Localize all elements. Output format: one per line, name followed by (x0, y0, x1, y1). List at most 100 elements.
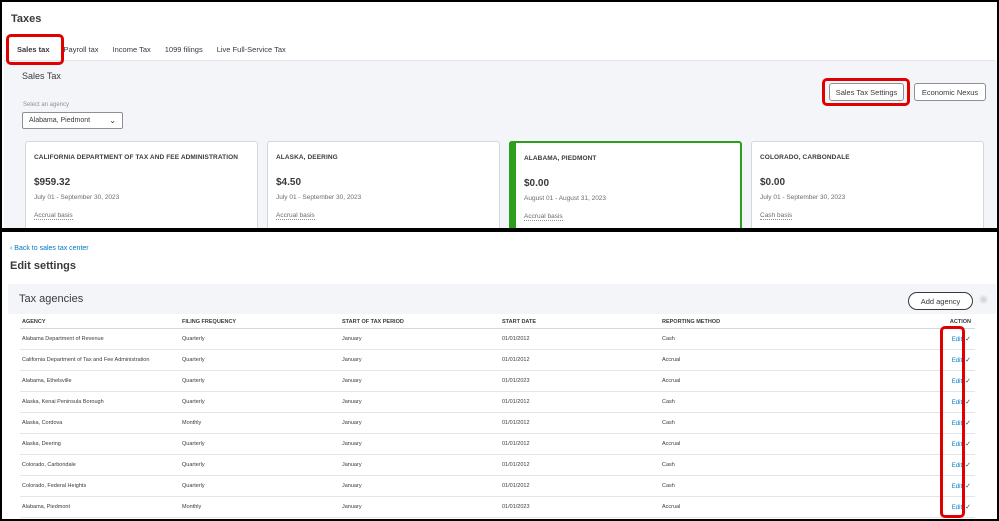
table-row: Alabama, Piedmont Monthly January 01/01/… (20, 496, 975, 518)
tab-1099-filings[interactable]: 1099 filings (158, 41, 210, 61)
edit-settings-panel: ‹ Back to sales tax center Edit settings… (0, 230, 999, 521)
chevron-down-icon[interactable]: ✓ (965, 462, 971, 469)
filing-frequency-cell: Quarterly (180, 391, 340, 413)
agency-card[interactable]: ALASKA, DEERING $4.50 July 01 - Septembe… (267, 141, 500, 228)
reporting-method-cell: Cash (660, 412, 880, 434)
chevron-down-icon[interactable]: ✓ (965, 336, 971, 343)
column-header-reporting-method[interactable]: REPORTING METHOD (660, 316, 880, 329)
selected-accent-bar (509, 141, 516, 228)
table-row: Colorado, Federal Heights Quarterly Janu… (20, 475, 975, 497)
back-link[interactable]: ‹ Back to sales tax center (10, 245, 89, 252)
start-of-tax-period-cell: January (340, 475, 500, 497)
filing-frequency-cell: Monthly (180, 496, 340, 518)
tab-income-tax[interactable]: Income Tax (106, 41, 158, 61)
tax-agencies-header (8, 284, 996, 314)
filing-frequency-cell: Quarterly (180, 433, 340, 455)
chevron-down-icon[interactable]: ✓ (965, 357, 971, 364)
page-title: Taxes (11, 13, 42, 25)
filing-frequency-cell: Quarterly (180, 454, 340, 476)
card-basis: Accrual basis (34, 212, 73, 220)
filing-frequency-cell: Quarterly (180, 370, 340, 392)
chevron-down-icon: ⌄ (109, 116, 116, 125)
card-basis: Cash basis (760, 212, 793, 220)
agency-cell: Alaska, Cordova (20, 412, 180, 434)
reporting-method-cell: Cash (660, 454, 880, 476)
start-date-cell: 01/01/2023 (500, 370, 660, 392)
table-row: Alabama Department of Revenue Quarterly … (20, 328, 975, 350)
chevron-down-icon[interactable]: ✓ (965, 420, 971, 427)
chevron-down-icon[interactable]: ✓ (965, 378, 971, 385)
agency-cell: Colorado, Carbondale (20, 454, 180, 476)
start-date-cell: 01/01/2012 (500, 391, 660, 413)
chevron-left-icon: ‹ (10, 245, 13, 252)
table-row: Alabama, Ethelsville Quarterly January 0… (20, 370, 975, 392)
table-row: Alaska, Kenai Peninsula Borough Quarterl… (20, 391, 975, 413)
start-date-cell: 01/01/2012 (500, 412, 660, 434)
card-period: July 01 - September 30, 2023 (760, 194, 846, 201)
card-basis: Accrual basis (276, 212, 315, 220)
agency-select[interactable]: Alabama, Piedmont ⌄ (22, 112, 123, 129)
filing-frequency-cell: Quarterly (180, 349, 340, 371)
start-date-cell: 01/01/2012 (500, 454, 660, 476)
start-of-tax-period-cell: January (340, 328, 500, 350)
table-row: California Department of Tax and Fee Adm… (20, 349, 975, 371)
agency-card-selected[interactable]: ALABAMA, PIEDMONT $0.00 August 01 - Augu… (509, 141, 742, 228)
card-amount: $0.00 (524, 178, 550, 189)
chevron-down-icon[interactable]: ✓ (965, 441, 971, 448)
card-period: July 01 - September 30, 2023 (276, 194, 362, 201)
reporting-method-cell: Accrual (660, 496, 880, 518)
filing-frequency-cell: Quarterly (180, 475, 340, 497)
card-amount: $0.00 (760, 177, 786, 188)
start-date-cell: 01/01/2012 (500, 328, 660, 350)
start-of-tax-period-cell: January (340, 370, 500, 392)
tax-agencies-table: AGENCY FILING FREQUENCY START OF TAX PER… (20, 316, 975, 518)
card-basis: Accrual basis (524, 213, 563, 221)
chevron-down-icon[interactable]: ✓ (965, 483, 971, 490)
reporting-method-cell: Cash (660, 391, 880, 413)
reporting-method-cell: Accrual (660, 370, 880, 392)
agency-cell: Alabama Department of Revenue (20, 328, 180, 350)
back-link-label: Back to sales tax center (14, 245, 89, 252)
agency-cell: Alabama, Piedmont (20, 496, 180, 518)
reporting-method-cell: Accrual (660, 349, 880, 371)
card-agency-name: CALIFORNIA DEPARTMENT OF TAX AND FEE ADM… (34, 154, 239, 161)
table-row: Colorado, Carbondale Quarterly January 0… (20, 454, 975, 476)
chevron-down-icon[interactable]: ✓ (965, 504, 971, 511)
column-header-agency[interactable]: AGENCY (20, 316, 180, 329)
start-date-cell: 01/01/2023 (500, 496, 660, 518)
edit-column-highlight (940, 326, 965, 518)
agency-cell: Alaska, Kenai Peninsula Borough (20, 391, 180, 413)
card-agency-name: COLORADO, CARBONDALE (760, 154, 850, 161)
agency-cell: Colorado, Federal Heights (20, 475, 180, 497)
tax-agencies-title: Tax agencies (19, 293, 84, 305)
agency-select-value: Alabama, Piedmont (29, 117, 91, 124)
reporting-method-cell: Cash (660, 328, 880, 350)
edit-settings-title: Edit settings (10, 260, 77, 272)
agency-card[interactable]: CALIFORNIA DEPARTMENT OF TAX AND FEE ADM… (25, 141, 258, 228)
sales-tax-panel: Taxes Sales tax Payroll tax Income Tax 1… (0, 0, 999, 230)
agency-select-label: Select an agency (23, 102, 70, 108)
chevron-down-icon[interactable]: ✓ (965, 399, 971, 406)
sales-tax-tab-highlight (6, 34, 64, 65)
gear-icon[interactable] (979, 295, 988, 304)
tab-live-full-service-tax[interactable]: Live Full-Service Tax (210, 41, 293, 61)
card-agency-name: ALABAMA, PIEDMONT (524, 155, 597, 162)
table-header-row: AGENCY FILING FREQUENCY START OF TAX PER… (20, 316, 975, 329)
column-header-filing-frequency[interactable]: FILING FREQUENCY (180, 316, 340, 329)
start-date-cell: 01/01/2012 (500, 433, 660, 455)
start-of-tax-period-cell: January (340, 349, 500, 371)
add-agency-button[interactable]: Add agency (908, 292, 973, 310)
column-header-start-date[interactable]: START DATE (500, 316, 660, 329)
settings-button-highlight (822, 78, 910, 106)
economic-nexus-button[interactable]: Economic Nexus (914, 83, 986, 101)
column-header-start-of-tax-period[interactable]: START OF TAX PERIOD (340, 316, 500, 329)
agency-cell: California Department of Tax and Fee Adm… (20, 349, 180, 371)
start-date-cell: 01/01/2012 (500, 349, 660, 371)
sales-tax-heading: Sales Tax (22, 71, 61, 81)
start-of-tax-period-cell: January (340, 496, 500, 518)
card-amount: $4.50 (276, 177, 302, 188)
agency-card[interactable]: COLORADO, CARBONDALE $0.00 July 01 - Sep… (751, 141, 984, 228)
agency-cell: Alabama, Ethelsville (20, 370, 180, 392)
card-amount: $959.32 (34, 177, 71, 188)
reporting-method-cell: Accrual (660, 433, 880, 455)
